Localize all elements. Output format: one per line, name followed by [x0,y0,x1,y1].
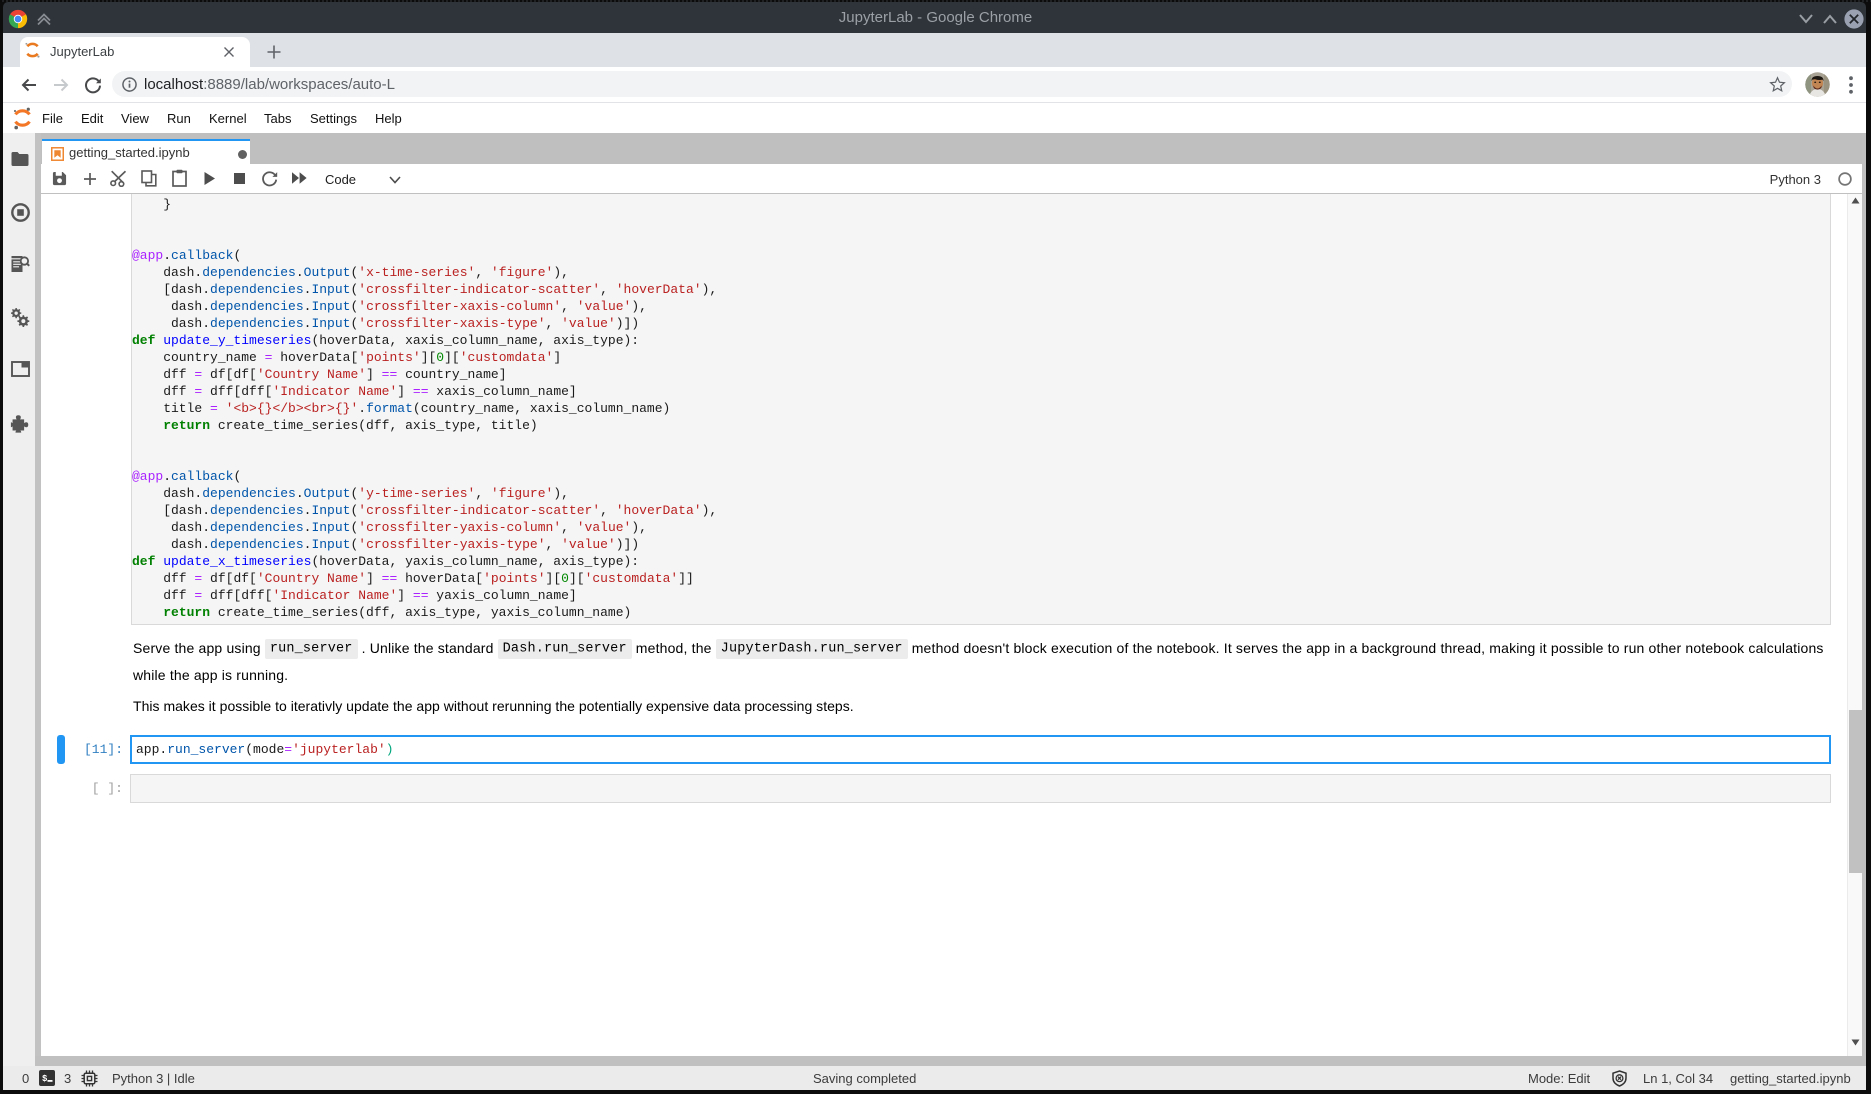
svg-text:$: $ [42,1074,48,1084]
